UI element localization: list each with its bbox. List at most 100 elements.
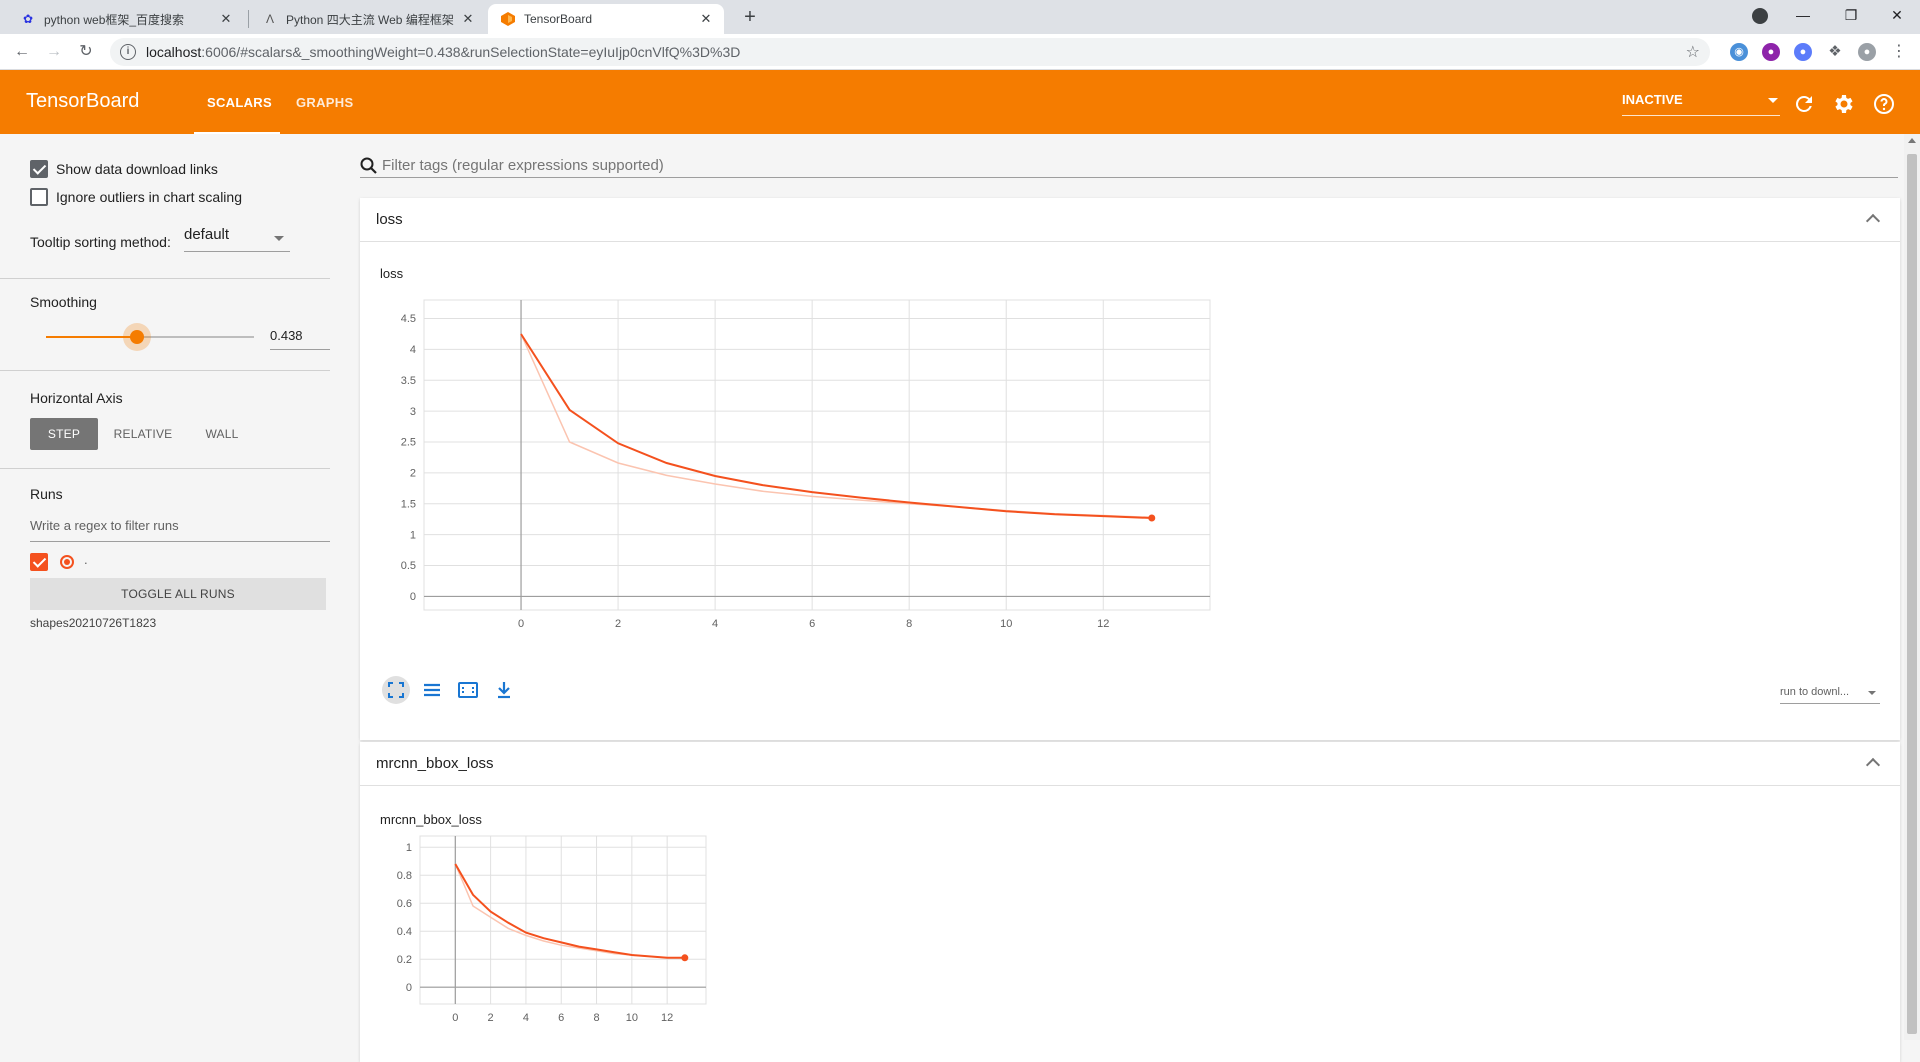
toggle-all-runs-button[interactable]: TOGGLE ALL RUNS [30, 578, 326, 610]
x-tick-label: 4 [712, 618, 718, 630]
tooltip-sorting-select[interactable]: default [184, 226, 290, 252]
checkbox-unchecked-icon[interactable] [30, 188, 48, 206]
ignore-outliers-checkbox[interactable]: Ignore outliers in chart scaling [30, 188, 242, 206]
site-info-icon[interactable]: i [120, 44, 136, 60]
x-tick-label: 10 [626, 1012, 638, 1024]
settings-gear-icon[interactable] [1832, 92, 1856, 116]
profile-avatar-icon[interactable]: ● [1858, 43, 1876, 61]
chevron-up-icon[interactable] [1865, 213, 1881, 229]
run-directory-name: shapes20210726T1823 [30, 616, 157, 630]
run-checkbox[interactable] [30, 553, 56, 571]
haxis-wall-button[interactable]: WALL [196, 418, 248, 450]
scrollbar-thumb[interactable] [1907, 154, 1917, 1034]
y-tick-label: 0.8 [397, 870, 412, 882]
reload-icon[interactable]: ↻ [74, 40, 98, 64]
browser-tab-baidu[interactable]: ✿ python web框架_百度搜索 ✕ [8, 4, 244, 34]
chart-title: loss [380, 266, 404, 281]
log-scale-icon[interactable] [418, 676, 446, 704]
card-header-title: mrcnn_bbox_loss [376, 755, 494, 772]
url-host: localhost [146, 44, 202, 60]
browser-tab-python-frameworks[interactable]: Λ Python 四大主流 Web 编程框架 ✕ [250, 4, 486, 34]
fullscreen-icon[interactable] [382, 676, 410, 704]
forward-icon[interactable]: → [42, 40, 66, 64]
tab-graphs[interactable]: GRAPHS [296, 95, 353, 110]
x-tick-label: 2 [488, 1012, 494, 1024]
tooltip-sorting-label: Tooltip sorting method: [30, 234, 171, 250]
bookmark-star-icon[interactable]: ☆ [1686, 42, 1700, 62]
checkbox-checked-icon[interactable] [30, 160, 48, 178]
loss-chart[interactable]: 0 2 4 6 8 10 12 0 0.5 1 1.5 2 2.5 3 3.5 4 4.5 [380, 294, 1220, 634]
browser-tabstrip: ✿ python web框架_百度搜索 ✕ Λ Python 四大主流 Web … [0, 0, 1920, 34]
chevron-down-icon [1868, 691, 1876, 695]
x-tick-label: 0 [518, 618, 524, 630]
main-content: Filter tags (regular expressions support… [360, 134, 1900, 1062]
brand-title: TensorBoard [26, 90, 140, 112]
baidu-paw-icon: ✿ [22, 12, 34, 26]
tensorboard-logo-icon [500, 11, 516, 27]
y-tick-label: 2 [410, 468, 416, 480]
x-tick-label: 6 [558, 1012, 564, 1024]
run-color-swatch-icon[interactable] [60, 555, 74, 569]
card-header[interactable]: loss [360, 198, 1900, 242]
close-icon[interactable]: ✕ [460, 11, 476, 27]
chevron-up-icon[interactable] [1865, 757, 1881, 773]
back-icon[interactable]: ← [10, 40, 34, 64]
browser-tab-title: TensorBoard [524, 12, 593, 26]
site-logo-icon: Λ [265, 12, 274, 26]
restore-button[interactable]: ❐ [1828, 0, 1874, 30]
help-icon[interactable] [1872, 92, 1896, 116]
page-scrollbar[interactable] [1904, 134, 1920, 1040]
extension-icon[interactable]: ◉ [1730, 43, 1748, 61]
close-icon[interactable]: ✕ [698, 11, 714, 27]
extension-icon[interactable]: ● [1762, 43, 1780, 61]
smoothed-series-line [454, 863, 685, 959]
mrcnn-bbox-loss-chart[interactable]: 0 2 4 6 8 10 12 0 0.2 0.4 0.6 0.8 1 [380, 832, 720, 1032]
haxis-relative-button[interactable]: RELATIVE [104, 418, 182, 450]
chrome-media-icon[interactable] [1752, 8, 1768, 24]
horizontal-axis-title: Horizontal Axis [30, 390, 123, 406]
y-tick-label: 1 [406, 842, 412, 854]
y-tick-label: 0.6 [397, 898, 412, 910]
y-tick-label: 4 [410, 344, 416, 356]
more-menu-icon[interactable]: ⋮ [1890, 43, 1908, 61]
window-close-button[interactable]: ✕ [1874, 0, 1920, 30]
run-status-value: INACTIVE [1622, 92, 1683, 107]
tab-scalars[interactable]: SCALARS [207, 95, 272, 110]
x-tick-label: 6 [809, 618, 815, 630]
url-path: :6006/#scalars&_smoothingWeight=0.438&ru… [201, 44, 741, 60]
new-tab-button[interactable]: + [738, 6, 762, 30]
x-tick-label: 10 [1000, 618, 1012, 630]
show-download-links-checkbox[interactable]: Show data download links [30, 160, 218, 178]
x-tick-label: 0 [452, 1012, 458, 1024]
tag-filter-input[interactable]: Filter tags (regular expressions support… [360, 154, 1898, 178]
address-bar[interactable]: i localhost:6006/#scalars&_smoothingWeig… [110, 38, 1710, 66]
y-tick-label: 4.5 [401, 313, 416, 325]
divider [0, 278, 330, 279]
smoothing-slider-thumb[interactable] [130, 330, 145, 344]
extension-icon[interactable]: ● [1794, 43, 1812, 61]
smoothing-slider[interactable] [46, 323, 254, 351]
y-tick-label: 3 [410, 406, 416, 418]
minimize-button[interactable]: — [1780, 0, 1826, 30]
smoothing-input[interactable]: 0.438 [270, 324, 330, 350]
chart-toolbar [382, 676, 518, 704]
refresh-icon[interactable] [1792, 92, 1816, 116]
x-tick-label: 12 [661, 1012, 673, 1024]
browser-tab-tensorboard[interactable]: TensorBoard ✕ [488, 4, 724, 34]
fit-domain-icon[interactable] [454, 676, 482, 704]
card-header[interactable]: mrcnn_bbox_loss [360, 742, 1900, 786]
tag-card-mrcnn-bbox-loss: mrcnn_bbox_loss mrcnn_bbox_loss 0 2 4 6 8 10 1… [360, 742, 1900, 1062]
divider [0, 370, 330, 371]
checkbox-checked-icon[interactable] [30, 553, 48, 571]
y-tick-label: 0 [406, 982, 412, 994]
download-icon[interactable] [490, 676, 518, 704]
runs-filter-input[interactable]: Write a regex to filter runs [30, 514, 330, 542]
download-run-select[interactable]: run to downl... [1780, 682, 1880, 704]
x-tick-label: 12 [1097, 618, 1109, 630]
haxis-step-button[interactable]: STEP [30, 418, 98, 450]
run-status-select[interactable]: INACTIVE [1622, 92, 1780, 116]
scroll-up-icon[interactable] [1908, 138, 1916, 143]
smoothing-title: Smoothing [30, 294, 97, 310]
close-icon[interactable]: ✕ [218, 11, 234, 27]
puzzle-extensions-icon[interactable]: ❖ [1826, 43, 1844, 61]
